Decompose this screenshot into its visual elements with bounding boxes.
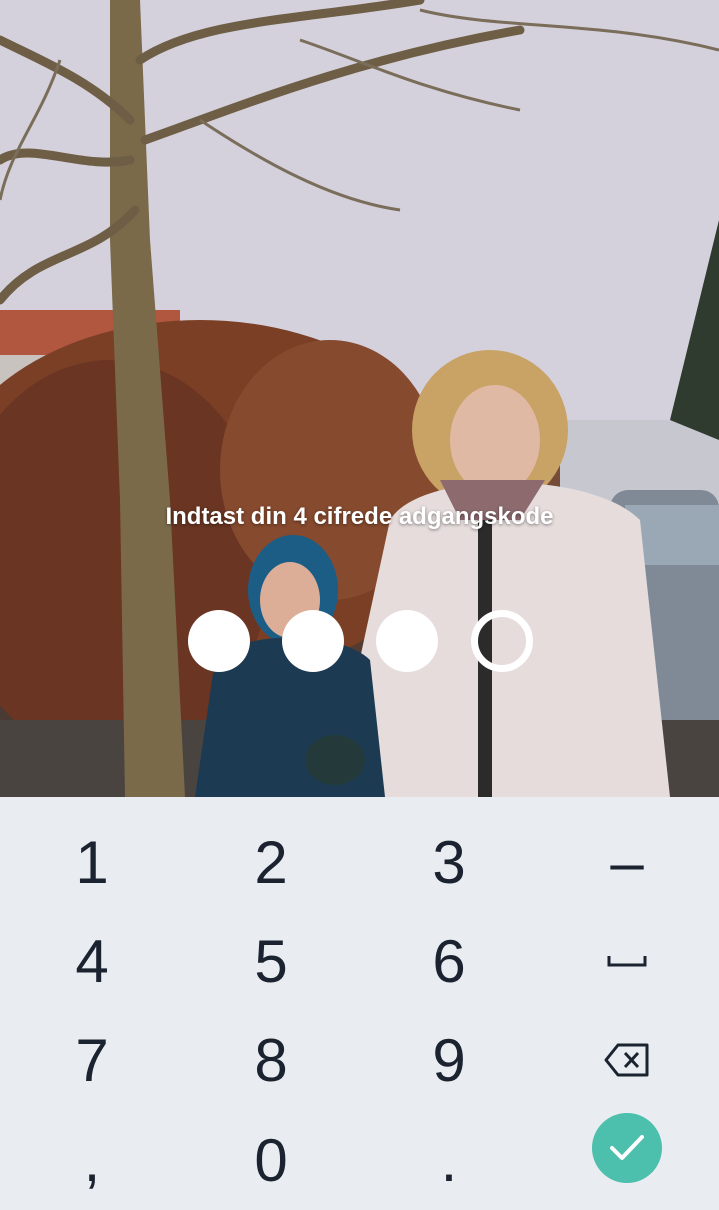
key-9[interactable]: 9 [359,1010,539,1110]
key-6[interactable]: 6 [359,911,539,1011]
confirm-button[interactable] [592,1113,662,1183]
key-7[interactable]: 7 [2,1010,182,1110]
pin-dot-filled [188,610,250,672]
key-8[interactable]: 8 [181,1010,361,1110]
key-1[interactable]: 1 [2,812,182,912]
key-0[interactable]: 0 [181,1110,361,1210]
pin-indicator [0,610,719,672]
key-backspace[interactable] [537,1010,717,1110]
photo-scene [0,0,719,797]
background-photo [0,0,719,797]
passcode-prompt: Indtast din 4 cifrede adgangskode [165,503,554,530]
key-3[interactable]: 3 [359,812,539,912]
key-2[interactable]: 2 [181,812,361,912]
checkmark-icon [610,1135,644,1160]
backspace-icon [604,1043,649,1077]
key-comma[interactable]: , [2,1110,182,1210]
pin-dot-filled [282,610,344,672]
pin-dot-filled [376,610,438,672]
key-4[interactable]: 4 [2,911,182,1011]
key-space[interactable] [537,911,717,1011]
key-5[interactable]: 5 [181,911,361,1011]
key-minus[interactable]: – [537,812,717,912]
space-icon [607,956,647,967]
pin-dot-empty [471,610,533,672]
key-period[interactable]: . [359,1110,539,1210]
